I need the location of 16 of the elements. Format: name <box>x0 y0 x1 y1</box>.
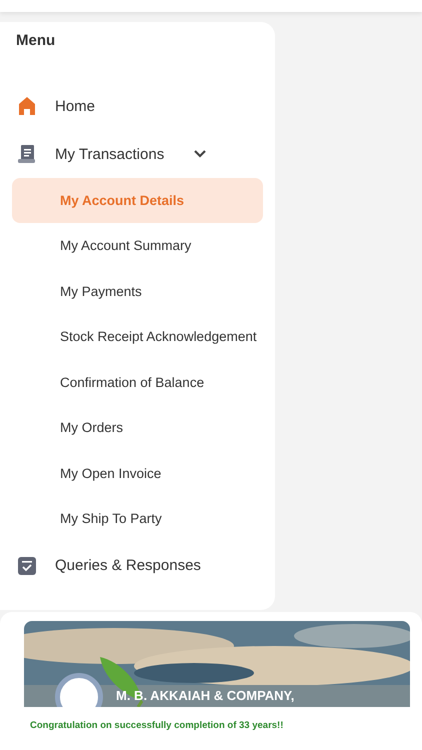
menu-item[interactable]: Home <box>55 98 96 114</box>
checklist-icon <box>16 554 38 576</box>
company-name: M. B. AKKAIAH & COMPANY, <box>116 688 294 703</box>
submenu-item[interactable]: My Payments <box>12 268 263 314</box>
congratulation-message: Congratulation on successfully completion of 33 years!! <box>30 720 284 731</box>
receipt-icon <box>16 143 38 165</box>
submenu-item[interactable]: Stock Receipt Acknowledgement <box>12 314 263 360</box>
menu-title: Menu <box>16 32 56 51</box>
submenu-item[interactable]: My Orders <box>12 405 263 450</box>
submenu-item[interactable]: My Ship To Party <box>12 496 263 542</box>
submenu-item[interactable]: My Open Invoice <box>12 450 263 496</box>
submenu-item[interactable]: My Account Summary <box>12 223 263 268</box>
home-icon <box>16 95 38 117</box>
submenu-item[interactable]: Confirmation of Balance <box>12 360 263 405</box>
menu-item[interactable]: Queries & Responses <box>55 557 201 574</box>
menu-item[interactable]: My Transactions <box>55 146 164 162</box>
